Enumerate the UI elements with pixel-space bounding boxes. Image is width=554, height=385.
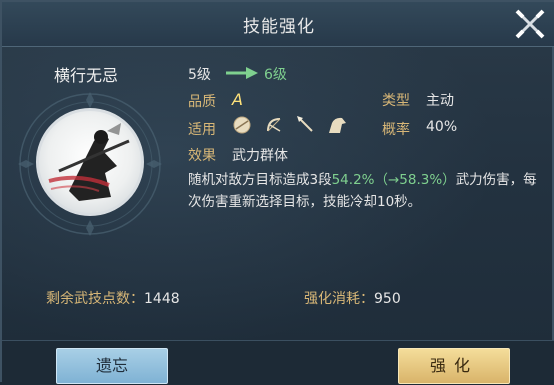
level-from: 5级 xyxy=(188,67,211,83)
enhance-cost-value: 950 xyxy=(374,291,401,307)
skill-description: 随机对敌方目标造成3段54.2%（→58.3%）武力伤害，每次伤害重新选择目标，… xyxy=(188,169,538,213)
level-to: 6级 xyxy=(264,67,287,83)
skill-enhance-dialog: 技能强化 横行无忌 5级 6级 品质 A 类型 主动 适用 概率 40% 效果 … xyxy=(0,0,554,385)
dialog-title: 技能强化 xyxy=(243,17,315,37)
enhance-cost-label: 强化消耗： xyxy=(304,291,374,307)
forget-button[interactable]: 遗忘 xyxy=(56,348,168,384)
spear-icon xyxy=(297,116,313,132)
close-icon xyxy=(515,9,545,39)
description-part-1: 随机对敌方目标造成3段 xyxy=(188,172,332,188)
applies-label: 适用 xyxy=(188,122,216,138)
description-damage-value: 54.2%（→58.3%） xyxy=(331,172,456,188)
enhance-cost: 强化消耗：950 xyxy=(304,288,401,308)
effect-label: 效果 xyxy=(188,148,216,164)
effect-value: 武力群体 xyxy=(232,148,288,164)
quality-value: A xyxy=(232,90,243,109)
horse-icon xyxy=(329,117,346,133)
chance-label: 概率 xyxy=(382,122,410,138)
arrow-right-icon xyxy=(226,67,258,79)
chance-value: 40% xyxy=(426,119,458,135)
skill-portrait xyxy=(36,108,144,216)
title-bar: 技能强化 xyxy=(2,2,554,47)
close-button[interactable] xyxy=(512,6,548,42)
warrior-silhouette-icon xyxy=(48,123,130,201)
type-value: 主动 xyxy=(426,93,454,109)
remaining-points: 剩余武技点数：1448 xyxy=(46,288,180,308)
remaining-points-value: 1448 xyxy=(144,291,180,307)
quality-label: 品质 xyxy=(188,94,216,110)
remaining-points-label: 剩余武技点数： xyxy=(46,291,144,307)
bow-icon xyxy=(267,118,281,132)
enhance-button[interactable]: 强化 xyxy=(398,348,510,384)
sphere-icon xyxy=(233,116,251,134)
type-label: 类型 xyxy=(382,93,410,109)
skill-name: 横行无忌 xyxy=(54,66,119,85)
